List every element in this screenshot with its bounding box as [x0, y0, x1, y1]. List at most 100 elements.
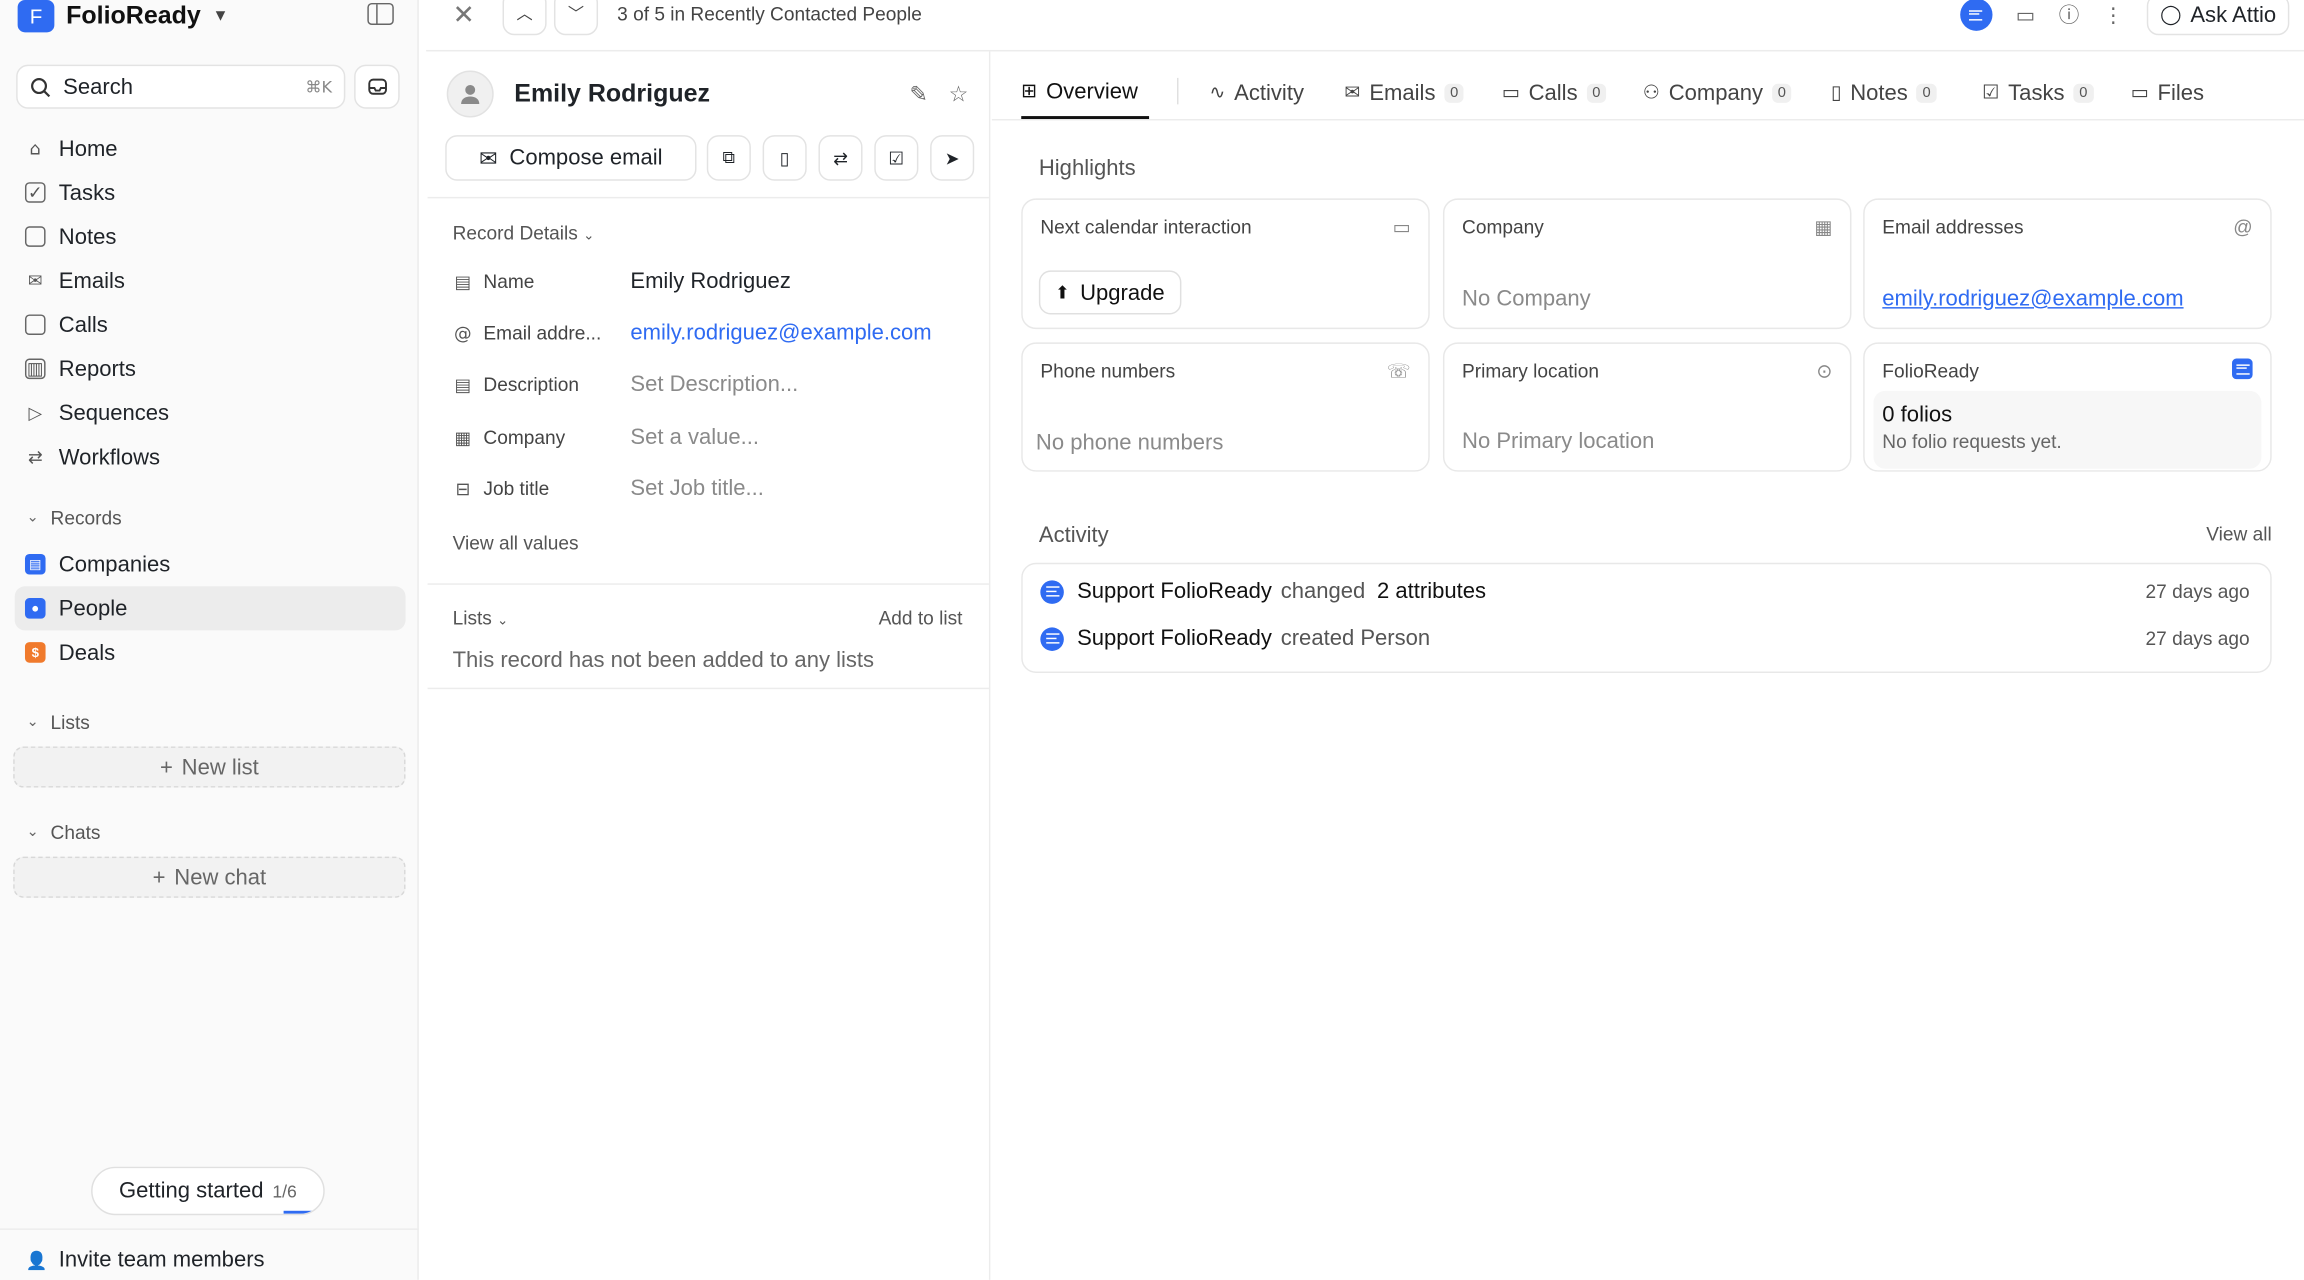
highlight-card-calendar: Next calendar interaction ▭ ⬆ Upgrade	[1021, 198, 1430, 330]
sidebar-toggle-icon[interactable]	[367, 2, 394, 25]
attribute-value[interactable]: Emily Rodriguez	[630, 269, 790, 294]
search-button[interactable]: Search ⌘K	[16, 64, 346, 109]
attribute-value[interactable]: Set Description...	[630, 372, 798, 397]
folder-icon: ▭	[2130, 80, 2149, 103]
activity-verb: created Person	[1280, 625, 1431, 651]
lists-section-toggle[interactable]: ⌄ Lists	[26, 711, 89, 733]
getting-started-button[interactable]: Getting started 1/6	[91, 1166, 325, 1216]
attribute-row-company[interactable]: ▦ Company Set a value...	[453, 425, 982, 450]
tab-label: Notes	[1850, 80, 1908, 106]
nav-label: Companies	[58, 551, 171, 577]
attribute-value[interactable]: Set Job title...	[630, 476, 764, 501]
inbox-icon	[367, 78, 387, 95]
record-position: 3 of 5 in Recently Contacted People	[617, 2, 922, 25]
at-icon: @	[2233, 216, 2253, 239]
more-options-icon[interactable]: ⋮	[2103, 2, 2124, 27]
deals-icon: $	[24, 642, 46, 663]
edit-icon[interactable]: ✎	[910, 81, 928, 107]
invite-team-button[interactable]: 👤 Invite team members	[0, 1228, 419, 1273]
note-icon: ▯	[1830, 80, 1842, 103]
help-icon[interactable]: ⓘ	[2059, 0, 2080, 29]
records-section-toggle[interactable]: ⌄ Records	[26, 507, 121, 529]
tab-activity[interactable]: ∿ Activity	[1209, 66, 1304, 119]
nav-item-people[interactable]: ● People	[14, 586, 406, 631]
tab-tasks[interactable]: ☑ Tasks 0	[1982, 66, 2094, 119]
nav-label: Deals	[58, 639, 116, 665]
star-icon[interactable]: ☆	[949, 81, 969, 107]
tab-files[interactable]: ▭ Files	[2131, 66, 2204, 119]
activity-view-all-link[interactable]: View all	[2206, 523, 2271, 545]
copy-button[interactable]: ⧉	[706, 135, 751, 181]
chevron-down-icon: ▼	[212, 7, 229, 25]
email-link[interactable]: emily.rodriguez@example.com	[1882, 287, 2183, 312]
workspace-switcher[interactable]: F FolioReady ▼	[17, 0, 229, 33]
comments-icon[interactable]: ▭	[2016, 2, 2035, 27]
activity-item[interactable]: Support FolioReady created Person 27 day…	[1040, 625, 2250, 651]
emails-icon: ✉	[27, 270, 43, 291]
nav-item-home[interactable]: ⌂ Home	[15, 126, 406, 170]
no-lists-message: This record has not been added to any li…	[452, 648, 875, 673]
lists-title: Lists	[452, 606, 492, 629]
nav-label: Reports	[58, 356, 136, 382]
search-label: Search	[63, 74, 134, 100]
new-chat-button[interactable]: + New chat	[13, 856, 406, 898]
attribute-row-email[interactable]: @ Email addre... emily.rodriguez@example.…	[453, 320, 982, 345]
attribute-row-job-title[interactable]: ⊟ Job title Set Job title...	[453, 476, 982, 501]
nav-item-emails[interactable]: ✉ Emails	[15, 259, 406, 303]
highlight-card-phone[interactable]: Phone numbers ☏ No phone numbers	[1021, 342, 1430, 472]
tab-emails[interactable]: ✉ Emails 0	[1345, 66, 1465, 119]
record-quick-actions: ⧉ ▯ ⇄ ☑ ➤	[706, 135, 975, 181]
nav-label: Calls	[58, 312, 108, 338]
compose-email-button[interactable]: ✉ Compose email	[445, 135, 697, 181]
new-list-label: New list	[181, 754, 259, 780]
lists-toggle[interactable]: Lists ⌄	[453, 607, 509, 629]
inbox-button[interactable]	[354, 64, 400, 109]
attribute-row-description[interactable]: ▤ Description Set Description...	[453, 372, 982, 397]
search-icon	[31, 77, 51, 97]
ask-attio-button[interactable]: ◯ Ask Attio	[2146, 0, 2290, 36]
new-list-button[interactable]: + New list	[13, 746, 406, 788]
topbar-actions: ▭ ⓘ ⋮ ◯ Ask Attio	[1959, 0, 2290, 36]
record-header: Emily Rodriguez	[446, 70, 710, 118]
highlight-card-company[interactable]: Company ▦ No Company	[1442, 198, 1852, 330]
tab-calls[interactable]: ▭ Calls 0	[1502, 66, 1607, 119]
nav-item-sequences[interactable]: ▷ Sequences	[15, 391, 406, 435]
companies-icon: ▤	[24, 553, 46, 575]
attribute-value[interactable]: Set a value...	[630, 425, 759, 450]
foliorady-app-icon[interactable]	[1959, 0, 1993, 31]
tab-overview[interactable]: ⊞ Overview	[1021, 66, 1150, 120]
nav-item-workflows[interactable]: ⇄ Workflows	[15, 435, 406, 479]
nav-item-reports[interactable]: ▥ Reports	[15, 347, 406, 391]
add-note-button[interactable]: ▯	[762, 135, 807, 181]
upgrade-button[interactable]: ⬆ Upgrade	[1038, 270, 1181, 315]
tab-count: 0	[1771, 83, 1792, 103]
add-task-button[interactable]: ☑	[874, 135, 919, 181]
workflows-icon: ⇄	[27, 446, 43, 468]
tab-label: Overview	[1046, 78, 1138, 104]
tab-company[interactable]: ⚇ Company 0	[1643, 66, 1792, 119]
nav-item-notes[interactable]: Notes	[15, 215, 406, 259]
record-details-toggle[interactable]: Record Details ⌄	[453, 222, 595, 244]
send-button[interactable]: ➤	[930, 135, 975, 181]
add-to-sequence-button[interactable]: ⇄	[818, 135, 863, 181]
folio-count: 0 folios	[1882, 402, 1953, 428]
people-icon: ●	[24, 598, 46, 619]
add-to-list-button[interactable]: Add to list	[879, 607, 963, 629]
tab-notes[interactable]: ▯ Notes 0	[1831, 66, 1937, 119]
highlight-card-location[interactable]: Primary location ⊙ No Primary location	[1442, 342, 1852, 472]
highlight-card-folioready[interactable]: FolioReady 0 folios No folio requests ye…	[1863, 342, 2272, 472]
tab-count: 0	[1586, 83, 1607, 103]
close-icon[interactable]: ✕	[453, 0, 475, 31]
activity-item[interactable]: Support FolioReady changed 2 attributes …	[1040, 579, 2250, 604]
nav-item-calls[interactable]: Calls	[15, 303, 406, 347]
nav-item-tasks[interactable]: ✓ Tasks	[15, 170, 406, 214]
nav-item-companies[interactable]: ▤ Companies	[15, 542, 406, 586]
notes-icon	[24, 226, 46, 247]
next-record-button[interactable]: ﹀	[553, 0, 599, 36]
nav-item-deals[interactable]: $ Deals	[15, 630, 406, 674]
attribute-value[interactable]: emily.rodriguez@example.com	[630, 320, 931, 345]
attribute-row-name[interactable]: ▤ Name Emily Rodriguez	[453, 269, 982, 294]
chats-section-toggle[interactable]: ⌄ Chats	[26, 821, 100, 843]
view-all-values-link[interactable]: View all values	[453, 532, 579, 554]
previous-record-button[interactable]: ︿	[502, 0, 547, 36]
